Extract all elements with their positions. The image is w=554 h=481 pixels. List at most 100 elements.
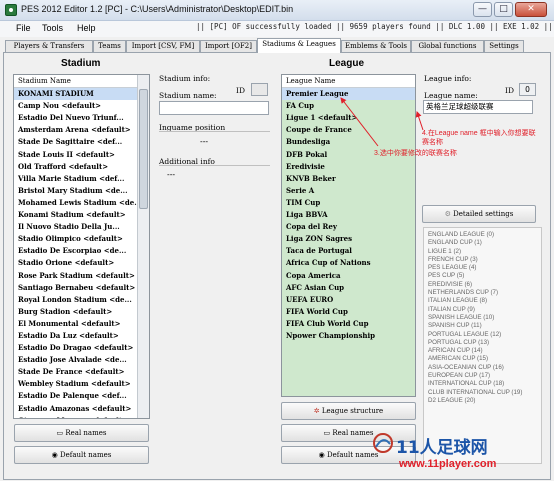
league-list-item[interactable]: Taca de Portugal: [282, 245, 415, 257]
league-list-item[interactable]: KNVB Beker: [282, 173, 415, 185]
stadium-list-item[interactable]: Stadio Orione <default>: [14, 257, 149, 269]
league-list-item[interactable]: AFC Asian Cup: [282, 282, 415, 294]
stadium-list-item[interactable]: Royal London Stadium <de...: [14, 294, 149, 306]
stadium-list-item[interactable]: Estadio Amazonas <default>: [14, 403, 149, 415]
league-list-item[interactable]: Serie A: [282, 185, 415, 197]
stadium-list-item[interactable]: Amsterdam Arena <default>: [14, 124, 149, 136]
league-default-entry: ENGLAND CUP (1): [428, 239, 482, 247]
league-default-entry: PORTUGAL LEAGUE (12): [428, 330, 502, 338]
stadium-list-item[interactable]: Bristol Mary Stadium <de...: [14, 185, 149, 197]
stadium-list-item[interactable]: Estadio De Palenque <def...: [14, 390, 149, 402]
menu-file[interactable]: File: [16, 23, 31, 33]
stadium-info-label: Stadium info:: [159, 74, 211, 83]
stadium-list-item[interactable]: Rose Park Stadium <default>: [14, 270, 149, 282]
detailed-settings-label: Detailed settings: [453, 210, 514, 218]
tab-emblems-tools[interactable]: Emblems & Tools: [341, 40, 411, 52]
stadium-real-names-button[interactable]: ▭ Real names: [14, 424, 149, 442]
stadium-list-item[interactable]: Estadio Do Dragao <default>: [14, 342, 149, 354]
tab-settings[interactable]: Settings: [484, 40, 524, 52]
league-list: League Name Premier League FA Cup Ligue 1 …: [281, 74, 416, 397]
league-list-item[interactable]: FIFA Club World Cup: [282, 318, 415, 330]
league-list-item[interactable]: Liga BBVA: [282, 209, 415, 221]
stadium-list-item[interactable]: Giuseppe Meazza <default>: [14, 415, 149, 418]
stadium-real-names-label: Real names: [65, 429, 107, 437]
league-list-item[interactable]: Npower Championship: [282, 330, 415, 342]
league-list-item[interactable]: Ligue 1 <default>: [282, 112, 415, 124]
tab-players-transfers[interactable]: Players & Transfers: [5, 40, 93, 52]
tab-import-of2[interactable]: Import [OF2]: [200, 40, 257, 52]
stadium-list-header[interactable]: Stadium Name: [14, 75, 149, 89]
stadium-list-item[interactable]: Stadio Olimpico <default>: [14, 233, 149, 245]
league-default-entry: SPANISH CUP (11): [428, 322, 482, 330]
league-list-item[interactable]: FIFA World Cup: [282, 306, 415, 318]
league-default-entry: ITALIAN CUP (9): [428, 305, 475, 313]
maximize-button[interactable]: □: [494, 2, 513, 17]
stadium-list-item[interactable]: Wembley Stadium <default>: [14, 378, 149, 390]
league-list-item[interactable]: UEFA EURO: [282, 294, 415, 306]
league-list-item[interactable]: Eredivisie: [282, 161, 415, 173]
stadium-scroll-thumb[interactable]: [139, 89, 148, 209]
stadium-list-item[interactable]: El Monumental <default>: [14, 318, 149, 330]
league-list-item[interactable]: Copa del Rey: [282, 221, 415, 233]
stadium-list-item[interactable]: Estadio Jose Alvalade <de...: [14, 354, 149, 366]
additional-divider: [159, 165, 270, 166]
stadium-list-item[interactable]: Estadio Del Nuevo Triunf...: [14, 112, 149, 124]
league-list-item[interactable]: FA Cup: [282, 100, 415, 112]
league-list-item[interactable]: Coupe de France: [282, 124, 415, 136]
menu-tools[interactable]: Tools: [42, 23, 63, 33]
stadium-list-item[interactable]: Stade Louis II <default>: [14, 149, 149, 161]
close-button[interactable]: ✕: [515, 2, 547, 17]
league-list-item[interactable]: Africa Cup of Nations: [282, 257, 415, 269]
minimize-button[interactable]: —: [473, 2, 492, 17]
stadium-id-field[interactable]: [251, 83, 268, 96]
stadium-list-item[interactable]: Villa Marie Stadium <def...: [14, 173, 149, 185]
stadium-list-scrollbar[interactable]: [137, 75, 149, 418]
stadium-default-names-label: Default names: [59, 451, 112, 459]
window-title: PES 2012 Editor 1.2 [PC] - C:\Users\Admi…: [21, 4, 294, 14]
league-list-item[interactable]: Bundesliga: [282, 136, 415, 148]
detailed-settings-button[interactable]: ⚙ Detailed settings: [422, 205, 536, 223]
stadium-list-item[interactable]: Old Trafford <default>: [14, 161, 149, 173]
league-default-entry: EUROPEAN CUP (17): [428, 372, 491, 380]
tab-global-functions[interactable]: Global functions: [411, 40, 484, 52]
stadium-list-item[interactable]: Stade De Sagittaire <def...: [14, 136, 149, 148]
league-default-entry: PORTUGAL CUP (13): [428, 338, 490, 346]
league-default-entry: SPANISH LEAGUE (10): [428, 313, 495, 321]
league-list-item[interactable]: TIM Cup: [282, 197, 415, 209]
stadium-list-item[interactable]: KONAMI STADIUM: [14, 88, 149, 101]
stadium-name-field[interactable]: [159, 101, 269, 115]
tab-stadiums-leagues[interactable]: Stadiums & Leagues: [257, 38, 341, 53]
league-list-item[interactable]: Premier League: [282, 88, 415, 101]
league-structure-label: League structure: [321, 407, 384, 415]
league-name-label: League name:: [424, 91, 478, 100]
stadium-list-item[interactable]: Estadio Da Luz <default>: [14, 330, 149, 342]
league-list-item[interactable]: Copa America: [282, 270, 415, 282]
tab-teams[interactable]: Teams: [93, 40, 126, 52]
league-default-entry: ASIA-OCEANIAN CUP (16): [428, 363, 504, 371]
stadium-list-item[interactable]: Burg Stadion <default>: [14, 306, 149, 318]
inguame-divider: [159, 131, 270, 132]
league-id-field[interactable]: 0: [519, 83, 536, 96]
additional-info-value: ---: [167, 170, 176, 179]
tab-import-csv-fm[interactable]: Import [CSV, FM]: [126, 40, 200, 52]
stadium-list-item[interactable]: Mohamed Lewis Stadium <de...: [14, 197, 149, 209]
league-info-label: League info:: [424, 74, 472, 83]
league-name-field[interactable]: 英格兰足球超级联赛: [423, 100, 533, 114]
stadium-list-item[interactable]: Estadio De Escorpiao <de...: [14, 245, 149, 257]
league-list-item[interactable]: Liga ZON Sagres: [282, 233, 415, 245]
default-names-icon: ◉: [51, 451, 60, 459]
league-list-header[interactable]: League Name: [282, 75, 415, 89]
league-default-entry: D2 LEAGUE (20): [428, 396, 476, 404]
annotation-step3: 3.选中你要修改的联赛名称: [374, 150, 457, 157]
stadium-list-item[interactable]: Il Nuovo Stadio Della Ju...: [14, 221, 149, 233]
stadium-default-names-button[interactable]: ◉ Default names: [14, 446, 149, 464]
app-icon: [5, 4, 17, 16]
stadium-list-item[interactable]: Camp Nou <default>: [14, 100, 149, 112]
menu-help[interactable]: Help: [77, 23, 96, 33]
stadium-list-item[interactable]: Stade De France <default>: [14, 366, 149, 378]
stadium-list-item[interactable]: Konami Stadium <default>: [14, 209, 149, 221]
stadium-list-item[interactable]: Santiago Bernabeu <default>: [14, 282, 149, 294]
status-strip: || [PC] OF successfully loaded || 9659 p…: [196, 22, 553, 31]
league-defaults-panel: ENGLAND LEAGUE (0) ENGLAND CUP (1) LIGUE 1…: [423, 227, 542, 464]
league-structure-button[interactable]: ✲ League structure: [281, 402, 416, 420]
